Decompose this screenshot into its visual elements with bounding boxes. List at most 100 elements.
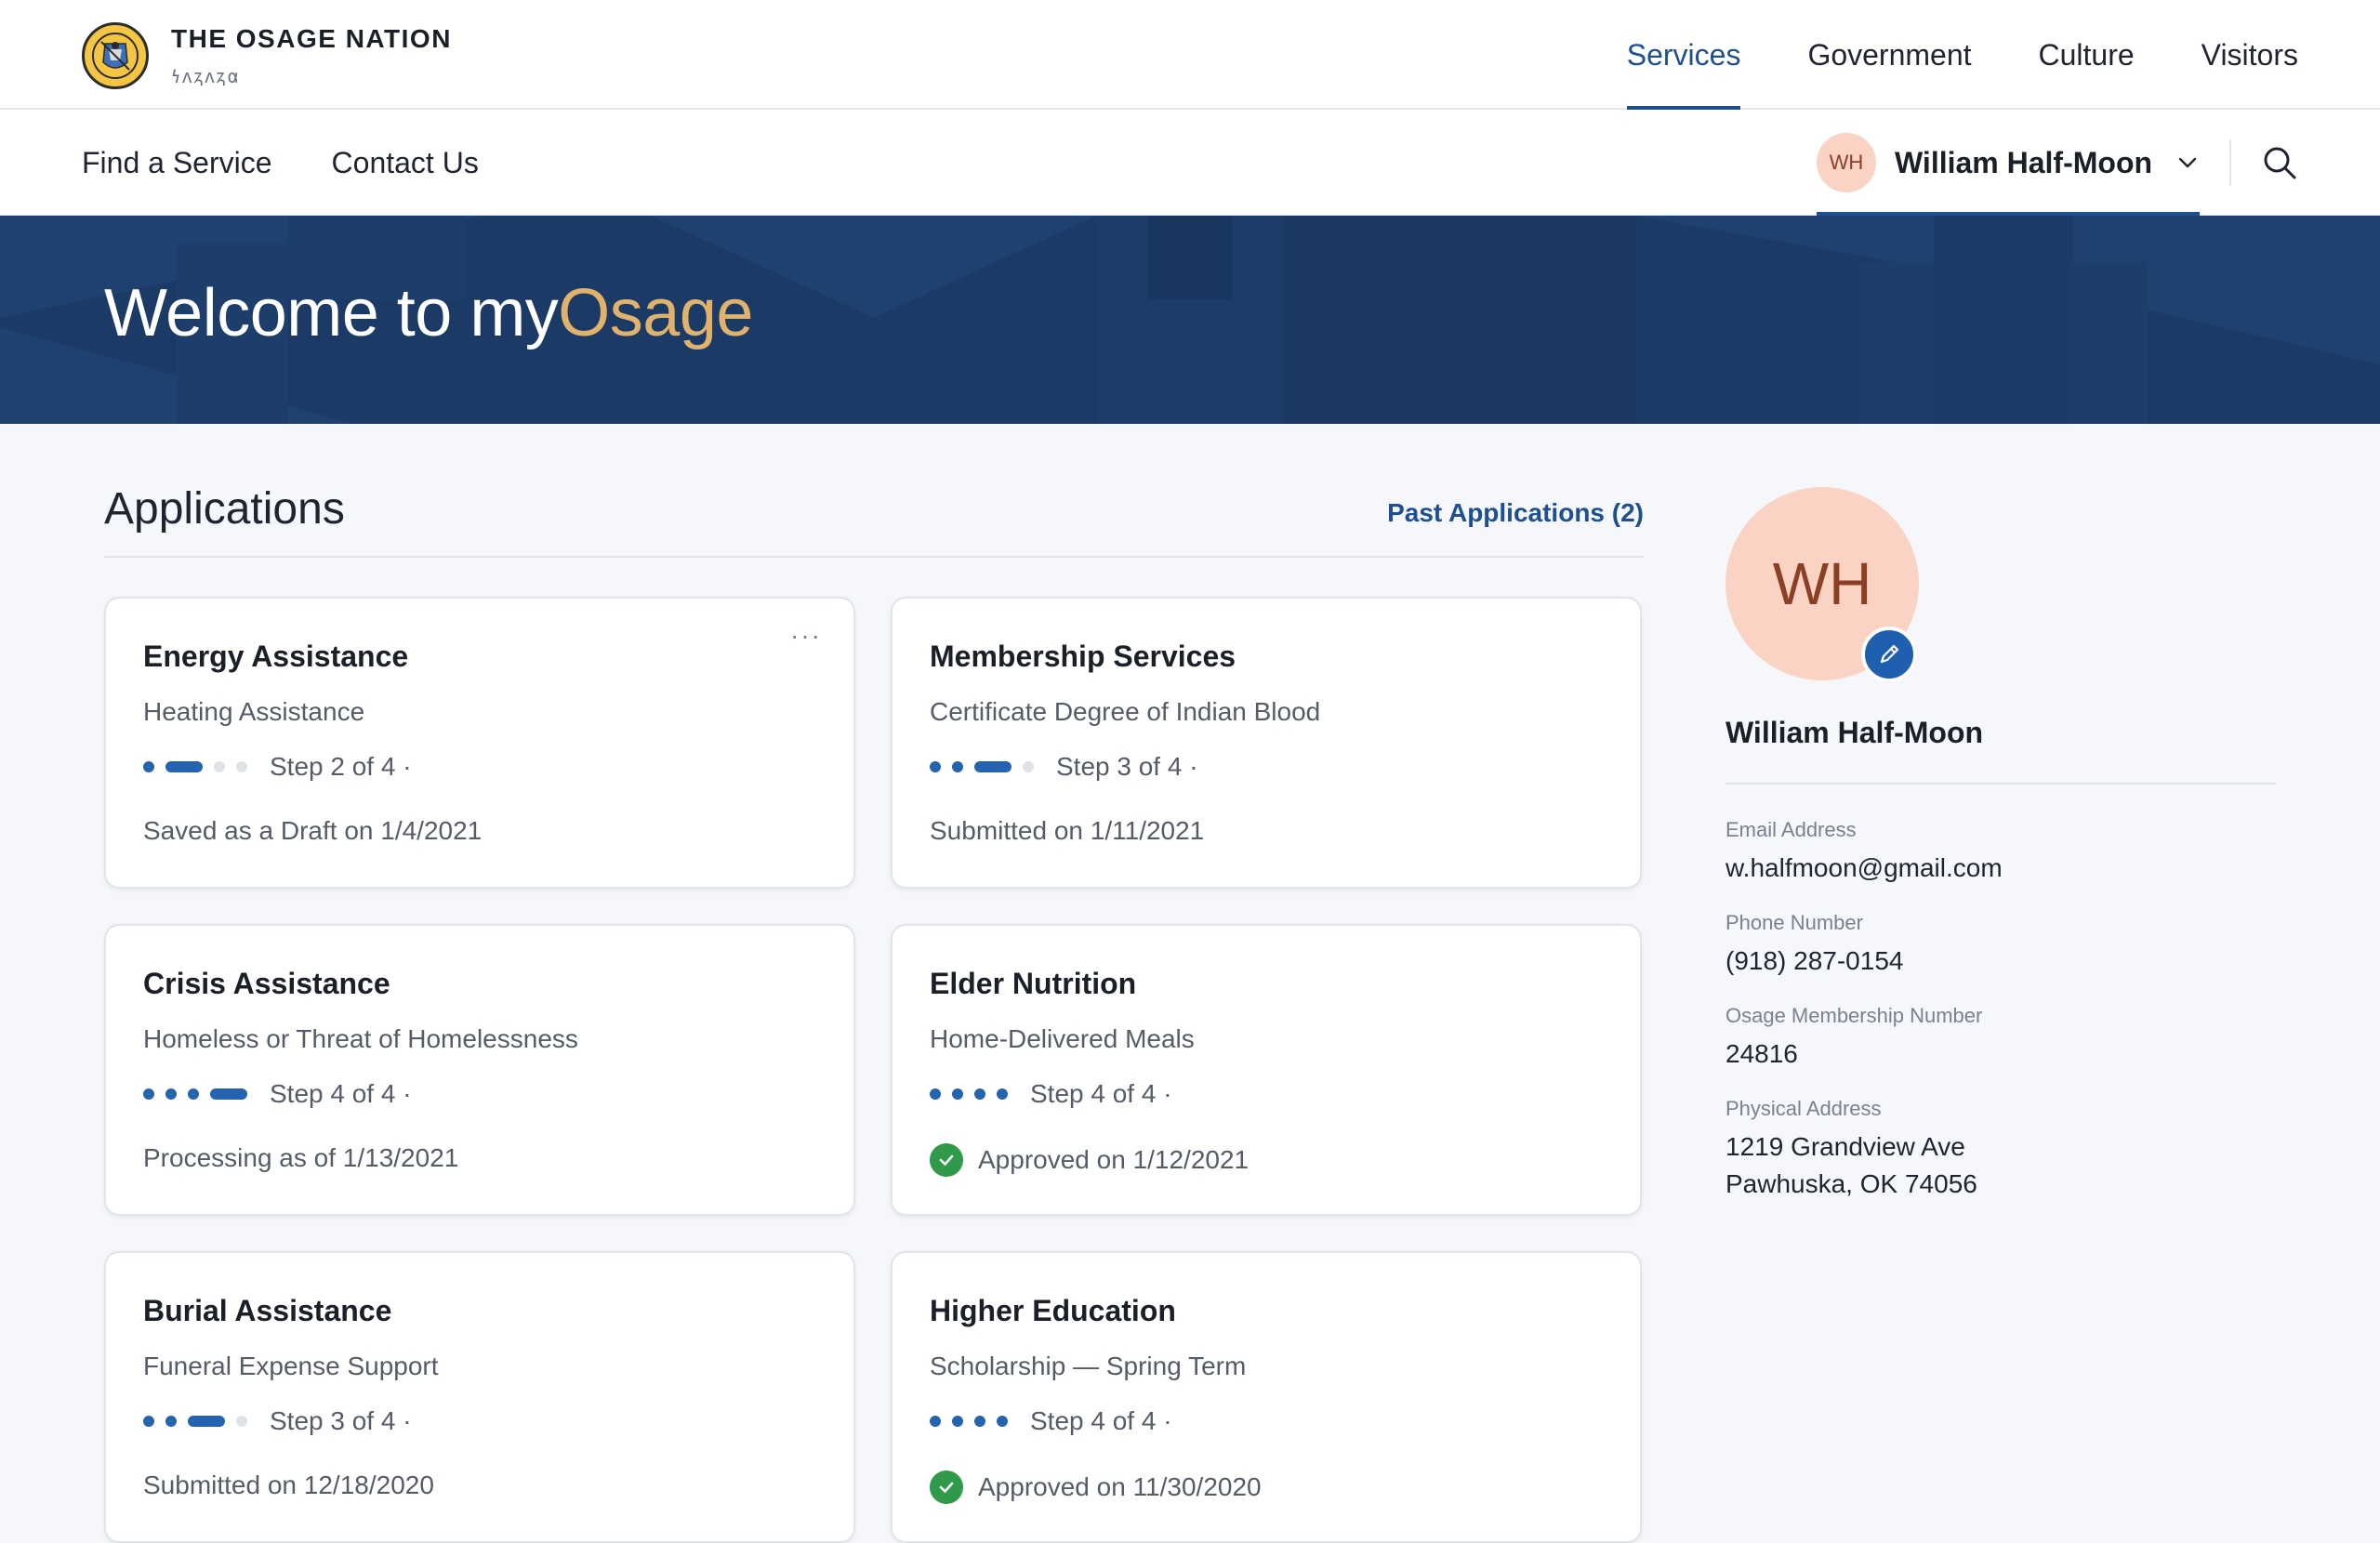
step-indicator-dot (952, 761, 963, 772)
welcome-title: Welcome to myOsage (104, 275, 753, 351)
step-progress: Step 4 of 4 · (930, 1078, 1172, 1110)
pencil-icon (1880, 644, 1899, 664)
step-progress: Step 2 of 4 · (143, 751, 412, 783)
step-indicator-dot (1023, 761, 1034, 772)
application-subtitle: Scholarship — Spring Term (930, 1352, 1247, 1380)
step-indicator-dot (974, 1088, 985, 1100)
brand-subtitle: 𐓏𐓘𐓻𐓘𐓻𐓟 (171, 66, 241, 87)
brand-logo-link[interactable]: THE OSAGE NATION 𐓏𐓘𐓻𐓘𐓻𐓟 (82, 22, 452, 89)
step-indicator-dot (952, 1416, 963, 1427)
osage-seal-icon (82, 22, 149, 89)
application-card-membership-services[interactable]: Membership Services Certificate Degree of… (891, 597, 1642, 889)
address-line1: 1219 Grandview Ave (1726, 1132, 1965, 1161)
step-indicator-dot (974, 1416, 985, 1427)
step-indicator-dot (165, 1416, 177, 1427)
applications-header: Applications Past Applications (2) (104, 478, 1644, 558)
step-progress: Step 3 of 4 · (143, 1405, 412, 1437)
application-title: Energy Assistance (143, 640, 409, 673)
applications-title: Applications (104, 484, 345, 534)
nav-culture[interactable]: Culture (2039, 0, 2135, 110)
divider (2229, 139, 2231, 186)
application-title: Elder Nutrition (930, 967, 1137, 1000)
step-progress: Step 4 of 4 · (143, 1078, 412, 1110)
status-text: Approved on 11/30/2020 (978, 1472, 1262, 1501)
step-indicator-dot (974, 761, 1012, 772)
step-indicator-dot (236, 761, 247, 772)
step-indicator-dot (214, 761, 225, 772)
welcome-title-accent: Osage (558, 276, 753, 350)
email-value: w.halfmoon@gmail.com (1726, 853, 2003, 882)
find-a-service-link[interactable]: Find a Service (82, 146, 272, 180)
more-options-button[interactable]: ··· (790, 621, 822, 651)
step-indicator-dot (165, 761, 203, 772)
application-title: Membership Services (930, 640, 1236, 673)
past-applications-link[interactable]: Past Applications (2) (1387, 498, 1644, 528)
application-card-energy-assistance[interactable]: Energy Assistance Heating Assistance Step … (104, 597, 855, 889)
user-menu-button[interactable]: WH William Half-Moon (1817, 110, 2200, 216)
status-text: Submitted on 12/18/2020 (143, 1470, 434, 1499)
address-line2: Pawhuska, OK 74056 (1726, 1169, 1977, 1198)
application-status: Processing as of 1/13/2021 (143, 1143, 458, 1173)
membership-number-value: 24816 (1726, 1039, 1798, 1068)
secondary-bar: Find a Service Contact Us WH William Hal… (0, 110, 2380, 216)
step-indicator-dot (997, 1088, 1008, 1100)
welcome-title-prefix: Welcome to my (104, 276, 559, 350)
user-name: William Half-Moon (1895, 145, 2153, 179)
search-icon (2264, 147, 2296, 179)
chevron-down-icon (2178, 157, 2197, 168)
status-text: Processing as of 1/13/2021 (143, 1143, 459, 1172)
step-indicator-dot (165, 1088, 177, 1100)
step-indicator-dot (143, 1416, 154, 1427)
step-indicator-dot (997, 1416, 1008, 1427)
application-subtitle: Funeral Expense Support (143, 1352, 439, 1380)
step-indicator-dot (952, 1088, 963, 1100)
nav-visitors[interactable]: Visitors (2202, 0, 2298, 110)
status-text: Approved on 1/12/2021 (978, 1145, 1250, 1174)
application-card-crisis-assistance[interactable]: Crisis Assistance Homeless or Threat of H… (104, 924, 855, 1216)
application-status: Submitted on 1/11/2021 (930, 816, 1204, 846)
application-status: Submitted on 12/18/2020 (143, 1470, 434, 1500)
profile-divider (1726, 783, 2276, 785)
search-button[interactable] (2261, 144, 2298, 181)
status-text: Saved as a Draft on 1/4/2021 (143, 816, 483, 845)
application-card-elder-nutrition[interactable]: Elder Nutrition Home-Delivered Meals Step … (891, 924, 1642, 1216)
application-status: Saved as a Draft on 1/4/2021 (143, 816, 482, 846)
step-progress: Step 3 of 4 · (930, 751, 1198, 783)
step-text: Step 3 of 4 · (270, 1406, 412, 1435)
application-subtitle: Home-Delivered Meals (930, 1024, 1195, 1053)
top-bar: THE OSAGE NATION 𐓏𐓘𐓻𐓘𐓻𐓟 Services Governm… (0, 0, 2380, 110)
step-indicator-dot (188, 1088, 199, 1100)
nav-government[interactable]: Government (1807, 0, 1971, 110)
profile-name: William Half-Moon (1726, 716, 1984, 749)
application-title: Burial Assistance (143, 1294, 392, 1327)
step-indicator-dot (143, 1088, 154, 1100)
step-text: Step 4 of 4 · (1030, 1406, 1172, 1435)
step-indicator-dot (930, 1088, 941, 1100)
application-card-higher-education[interactable]: Higher Education Scholarship — Spring Ter… (891, 1251, 1642, 1543)
main-nav: Services Government Culture Visitors (1560, 0, 2298, 110)
step-indicator-dot (236, 1416, 247, 1427)
application-title: Higher Education (930, 1294, 1176, 1327)
step-text: Step 4 of 4 · (270, 1079, 412, 1108)
check-circle-icon (930, 1470, 963, 1504)
application-card-burial-assistance[interactable]: Burial Assistance Funeral Expense Support… (104, 1251, 855, 1543)
welcome-banner: Welcome to myOsage (0, 216, 2380, 424)
status-text: Submitted on 1/11/2021 (930, 816, 1205, 845)
email-label: Email Address (1726, 818, 1857, 841)
step-indicator-dot (143, 761, 154, 772)
step-indicator-dot (930, 1416, 941, 1427)
step-text: Step 2 of 4 · (270, 752, 412, 781)
sub-nav: Find a Service Contact Us (82, 110, 538, 216)
application-subtitle: Certificate Degree of Indian Blood (930, 697, 1321, 726)
contact-us-link[interactable]: Contact Us (332, 146, 479, 180)
step-text: Step 4 of 4 · (1030, 1079, 1172, 1108)
application-status: Approved on 11/30/2020 (930, 1470, 1262, 1504)
address-label: Physical Address (1726, 1097, 1882, 1120)
user-avatar: WH (1817, 133, 1876, 192)
check-circle-icon (930, 1143, 963, 1177)
nav-services[interactable]: Services (1626, 0, 1740, 110)
step-progress: Step 4 of 4 · (930, 1405, 1172, 1437)
application-subtitle: Heating Assistance (143, 697, 365, 726)
application-title: Crisis Assistance (143, 967, 390, 1000)
edit-profile-photo-button[interactable] (1861, 626, 1917, 682)
